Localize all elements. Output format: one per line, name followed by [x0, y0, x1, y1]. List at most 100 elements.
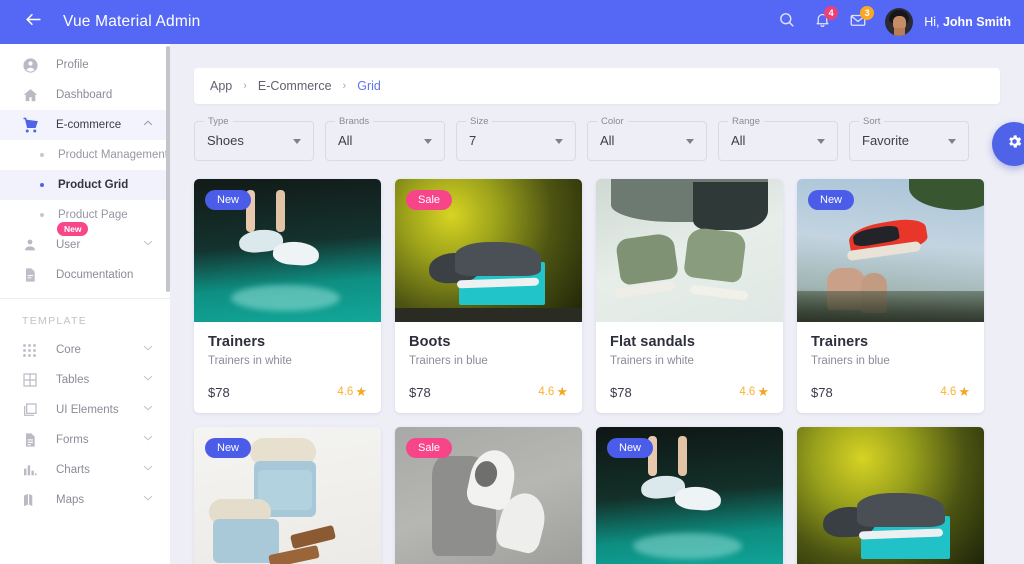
- filter-select-range[interactable]: Range All: [718, 115, 838, 161]
- sidebar-item-documentation[interactable]: Documentation: [0, 260, 170, 290]
- product-rating: 4.6 ★: [739, 384, 769, 400]
- product-footer: $78 4.6 ★: [395, 367, 582, 413]
- product-footer: $78 4.6 ★: [596, 367, 783, 413]
- product-card[interactable]: New: [596, 427, 783, 564]
- sidebar-subitem-product-grid[interactable]: Product Grid: [0, 170, 170, 200]
- sidebar-item-label: Profile: [56, 59, 89, 71]
- bullet-icon: [40, 213, 44, 217]
- star-icon: ★: [757, 384, 769, 399]
- table-icon: [22, 372, 44, 388]
- user-greeting[interactable]: Hi, John Smith: [924, 15, 1011, 29]
- filter-bar: Type Shoes Brands All Size 7 Color All R…: [194, 115, 1024, 161]
- product-image: New: [596, 427, 783, 564]
- photo-green-high-tops: [596, 179, 783, 322]
- sidebar-item-label: Forms: [56, 434, 89, 446]
- top-app-bar: Vue Material Admin 4 3 Hi, John Smith: [0, 0, 1024, 44]
- sidebar-item-label: Dashboard: [56, 89, 113, 101]
- messages-button[interactable]: 3: [841, 5, 875, 39]
- breadcrumb-item-app[interactable]: App: [210, 79, 232, 93]
- notifications-button[interactable]: 4: [805, 5, 839, 39]
- product-image: New: [194, 179, 381, 322]
- filter-select-color[interactable]: Color All: [587, 115, 707, 161]
- sidebar-user-new-badge: New: [57, 222, 89, 237]
- sidebar-item-core[interactable]: Core: [0, 335, 170, 365]
- rating-value: 4.6: [739, 386, 756, 398]
- star-icon: ★: [958, 384, 970, 399]
- sidebar-item-tables[interactable]: Tables: [0, 365, 170, 395]
- rating-value: 4.6: [337, 386, 354, 398]
- product-badge[interactable]: New: [205, 190, 252, 210]
- back-button[interactable]: [14, 3, 52, 41]
- filter-label: Size: [466, 115, 493, 129]
- chevron-down-icon: [424, 139, 432, 144]
- avatar[interactable]: [885, 8, 914, 36]
- sidebar-subitem-label: Product Management: [58, 149, 168, 161]
- product-subtitle: Trainers in white: [610, 355, 694, 367]
- product-card[interactable]: New: [194, 427, 381, 564]
- product-badge[interactable]: Sale: [406, 438, 453, 458]
- product-subtitle: Trainers in blue: [409, 355, 488, 367]
- sidebar-item-profile[interactable]: Profile: [0, 50, 170, 80]
- sidebar-subitem-product-management[interactable]: Product Management: [0, 140, 170, 170]
- sidebar-item-maps[interactable]: Maps: [0, 485, 170, 515]
- product-price: $78: [610, 384, 632, 400]
- filter-label: Sort: [859, 115, 885, 129]
- sidebar-item-dashboard[interactable]: Dashboard: [0, 80, 170, 110]
- filter-select-type[interactable]: Type Shoes: [194, 115, 314, 161]
- filter-select-brands[interactable]: Brands All: [325, 115, 445, 161]
- sidebar-item-ecommerce[interactable]: E-commerce: [0, 110, 170, 140]
- product-card[interactable]: Sale: [395, 427, 582, 564]
- sidebar-item-label: E-commerce: [56, 119, 122, 131]
- product-info: Boots Trainers in blue: [395, 322, 582, 367]
- product-badge[interactable]: Sale: [406, 190, 453, 210]
- product-subtitle: Trainers in blue: [811, 355, 890, 367]
- bar-chart-icon: [22, 462, 44, 478]
- filter-label: Range: [728, 115, 764, 129]
- bullet-icon: [40, 153, 44, 157]
- search-button[interactable]: [769, 5, 803, 39]
- account-circle-icon: [22, 57, 44, 74]
- sidebar-item-user[interactable]: New User: [0, 222, 170, 260]
- sidebar-item-label: Tables: [56, 374, 90, 386]
- person-icon: [22, 237, 44, 253]
- product-info: Trainers Trainers in white: [194, 322, 381, 367]
- map-icon: [22, 492, 44, 508]
- bullet-icon: [40, 183, 44, 187]
- product-badge[interactable]: New: [607, 438, 654, 458]
- product-badge[interactable]: New: [808, 190, 855, 210]
- rating-value: 4.6: [940, 386, 957, 398]
- product-footer: $78 4.6 ★: [797, 367, 984, 413]
- document-icon: [22, 267, 44, 283]
- product-card[interactable]: Flat sandals Trainers in white $78 4.6 ★: [596, 179, 783, 413]
- apps-grid-icon: [22, 343, 44, 358]
- sidebar-scrollbar-thumb[interactable]: [166, 46, 170, 292]
- product-card[interactable]: New Trainers Trainers in white $78 4.6 ★: [194, 179, 381, 413]
- chevron-down-icon: [142, 236, 154, 254]
- arrow-left-icon: [24, 10, 43, 34]
- sidebar-item-ui-elements[interactable]: UI Elements: [0, 395, 170, 425]
- app-title: Vue Material Admin: [63, 13, 201, 30]
- product-image: [596, 179, 783, 322]
- product-rating: 4.6 ★: [940, 384, 970, 400]
- filter-value: Shoes: [207, 133, 244, 148]
- product-card[interactable]: Sale Boots Trainers in blue $78 4.6 ★: [395, 179, 582, 413]
- filter-select-size[interactable]: Size 7: [456, 115, 576, 161]
- filter-select-sort[interactable]: Sort Favorite: [849, 115, 969, 161]
- greeting-prefix: Hi,: [924, 15, 943, 29]
- product-badge[interactable]: New: [205, 438, 252, 458]
- product-title: Trainers: [208, 334, 266, 350]
- product-subtitle: Trainers in white: [208, 355, 292, 367]
- product-card[interactable]: New Trainers Trainers in blue $78 4.6 ★: [797, 179, 984, 413]
- filter-value: All: [338, 133, 353, 148]
- sidebar-item-label: Maps: [56, 494, 85, 506]
- product-image: Sale: [395, 179, 582, 322]
- sidebar-item-forms[interactable]: Forms: [0, 425, 170, 455]
- chevron-down-icon: [142, 431, 154, 449]
- sidebar-item-charts[interactable]: Charts: [0, 455, 170, 485]
- breadcrumb-item-ecommerce[interactable]: E-Commerce: [258, 79, 332, 93]
- breadcrumb-item-grid[interactable]: Grid: [357, 79, 381, 93]
- product-card[interactable]: [797, 427, 984, 564]
- filter-label: Type: [204, 115, 233, 129]
- chevron-down-icon: [948, 139, 956, 144]
- product-grid: New Trainers Trainers in white $78 4.6 ★: [194, 179, 1010, 564]
